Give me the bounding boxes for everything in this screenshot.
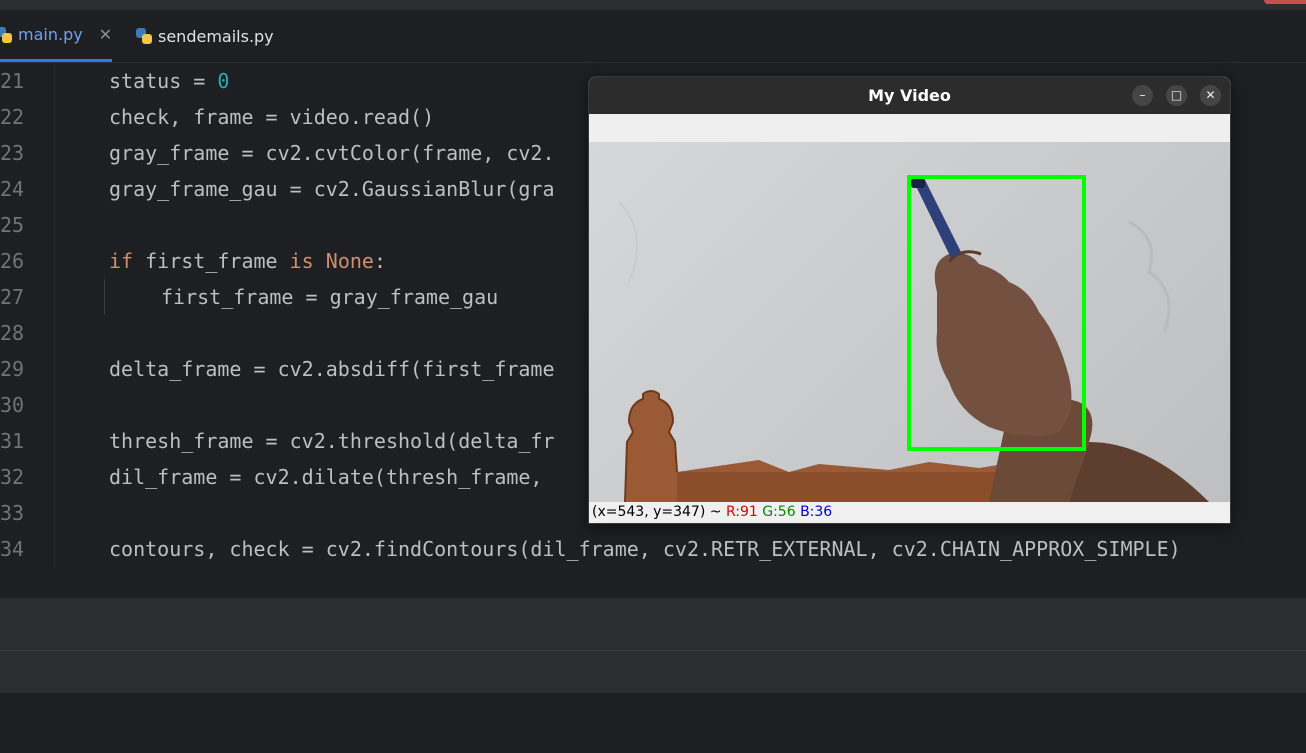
line-number: 32 (0, 465, 25, 489)
tab-label: sendemails.py (158, 26, 274, 46)
keyword: is (289, 249, 314, 273)
line-number: 27 (0, 285, 25, 309)
maximize-button[interactable]: □ (1166, 85, 1187, 106)
tab-label: main.py (18, 25, 83, 44)
code-text: first_frame = gray_frame_gau (161, 285, 499, 309)
code-text: contours, check = cv2.findContours(dil_f… (109, 537, 1181, 561)
line-number: 25 (0, 213, 25, 237)
line-number: 26 (0, 249, 25, 273)
window-toolbar (589, 114, 1230, 142)
line-number: 28 (0, 321, 25, 345)
code-token: : (373, 249, 386, 273)
bottom-panel-toolbar (0, 651, 1306, 693)
code-text: gray_frame = cv2.cvtColor(frame, cv2. (109, 141, 555, 165)
pixel-status-bar: (x=543, y=347) ~ R:91 G:56 B:36 (589, 502, 1230, 523)
keyword: None (325, 249, 374, 273)
bottom-panel-header (0, 598, 1306, 650)
keyword: if (109, 249, 134, 273)
python-file-icon (136, 28, 152, 44)
window-close-button[interactable] (1264, 0, 1306, 4)
line-number: 23 (0, 141, 25, 165)
line-number: 33 (0, 501, 25, 525)
code-text: status = 0 (109, 63, 229, 99)
code-text: delta_frame = cv2.absdiff(first_frame (109, 357, 555, 381)
code-token: first_frame (133, 249, 290, 273)
close-icon[interactable]: ✕ (99, 25, 112, 44)
minimize-button[interactable]: – (1132, 85, 1153, 106)
cursor-coords: (x=543, y=347) ~ (592, 504, 726, 520)
number-literal: 0 (217, 69, 230, 93)
line-number: 21 (0, 69, 25, 93)
python-file-icon (0, 26, 12, 43)
line-number: 30 (0, 393, 25, 417)
code-line: 34 contours, check = cv2.findContours(di… (0, 531, 1306, 567)
tab-main-py[interactable]: main.py ✕ (0, 10, 113, 62)
code-text: gray_frame_gau = cv2.GaussianBlur(gra (109, 177, 555, 201)
video-frame[interactable] (589, 142, 1230, 502)
camera-frame-image (618, 175, 1209, 502)
close-button[interactable]: ✕ (1200, 85, 1221, 106)
line-number: 31 (0, 429, 25, 453)
red-value: R:91 (725, 504, 758, 520)
line-number: 34 (0, 537, 25, 561)
tab-sendemails-py[interactable]: sendemails.py (136, 10, 274, 62)
line-number: 29 (0, 357, 25, 381)
bottom-panel-content (0, 693, 1306, 753)
code-token: status = (109, 69, 218, 93)
opencv-video-window[interactable]: My Video – □ ✕ (x=543, y=347) ~ R:91 G:5… (588, 76, 1231, 524)
code-text: check, frame = video.read() (109, 105, 435, 129)
code-text: thresh_frame = cv2.threshold(delta_fr (109, 429, 555, 453)
line-number: 24 (0, 177, 25, 201)
top-strip (0, 0, 1306, 10)
blue-value: B:36 (800, 504, 833, 520)
code-text: dil_frame = cv2.dilate(thresh_frame, (109, 465, 555, 489)
code-text: if first_frame is None: (109, 243, 386, 279)
green-value: G:56 (762, 504, 796, 520)
line-number: 22 (0, 105, 25, 129)
editor-tab-bar: main.py ✕ sendemails.py (0, 10, 1306, 63)
